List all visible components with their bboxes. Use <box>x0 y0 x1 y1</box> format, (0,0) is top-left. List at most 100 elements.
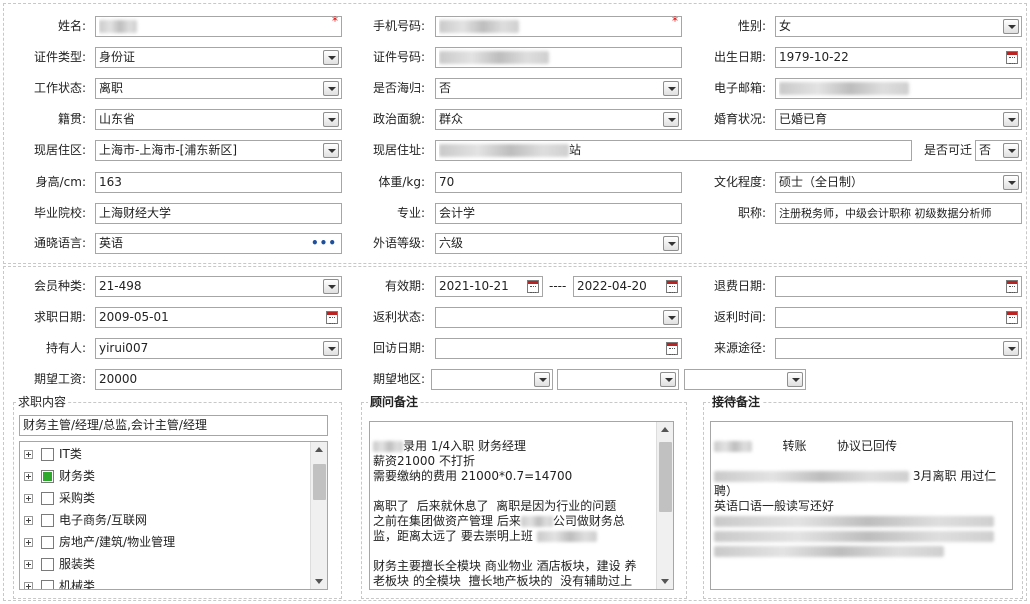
dropdown-arrow-icon[interactable] <box>663 236 679 251</box>
calendar-icon[interactable] <box>666 280 678 293</box>
advisor-scrollbar[interactable] <box>656 422 673 589</box>
calendar-icon[interactable] <box>666 342 678 355</box>
expand-icon[interactable] <box>24 582 33 589</box>
checkbox-ecommerce[interactable] <box>41 514 54 527</box>
dropdown-arrow-icon[interactable] <box>663 81 679 96</box>
checkbox-machinery[interactable] <box>41 580 54 589</box>
tree-scrollbar[interactable] <box>310 442 327 589</box>
tree-item[interactable]: IT类 <box>24 443 82 465</box>
idtype-select[interactable]: 身份证 <box>95 47 342 68</box>
calendar-icon[interactable] <box>527 280 539 293</box>
tree-item[interactable]: 电子商务/互联网 <box>24 509 147 531</box>
region-province-select[interactable] <box>431 369 553 390</box>
valid-to-field[interactable]: 2022-04-20 <box>573 276 682 297</box>
language-field[interactable]: 英语 ••• <box>95 233 342 254</box>
scroll-down-icon[interactable] <box>661 579 669 584</box>
checkbox-it[interactable] <box>41 448 54 461</box>
member-type-select[interactable]: 21-498 <box>95 276 342 297</box>
mobile-field[interactable]: * <box>435 14 682 37</box>
seek-date-field[interactable]: 2009-05-01 <box>95 307 342 328</box>
expand-icon[interactable] <box>24 472 33 481</box>
checkbox-purchasing[interactable] <box>41 492 54 505</box>
expand-icon[interactable] <box>24 516 33 525</box>
work-status-select[interactable]: 离职 <box>95 78 342 99</box>
school-field[interactable]: 上海财经大学 <box>95 203 342 224</box>
reception-notes-textarea[interactable]: 转账 协议已回传 3月离职 用过仁 聘） 英语口语一般读写还好 <box>710 421 1013 590</box>
returnee-select[interactable]: 否 <box>435 78 682 99</box>
gender-select[interactable]: 女 <box>775 16 1022 37</box>
relocate-select[interactable]: 否 <box>975 140 1022 161</box>
advisor-notes-textarea[interactable]: 录用 1/4入职 财务经理 薪资21000 不打折 需要缴纳的费用 21000*0.… <box>369 421 674 590</box>
dropdown-arrow-icon[interactable] <box>323 50 339 65</box>
weight-field[interactable]: 70 <box>435 172 682 193</box>
dropdown-arrow-icon[interactable] <box>787 372 803 387</box>
dropdown-arrow-icon[interactable] <box>323 143 339 158</box>
address-field[interactable]: 站 <box>435 140 912 161</box>
valid-from-field[interactable]: 2021-10-21 <box>435 276 543 297</box>
more-options-icon[interactable]: ••• <box>311 237 337 249</box>
job-summary-field[interactable]: 财务主管/经理/总监,会计主管/经理 <box>19 415 328 436</box>
dropdown-arrow-icon[interactable] <box>1003 112 1019 127</box>
dropdown-arrow-icon[interactable] <box>1003 341 1019 356</box>
tree-item[interactable]: 财务类 <box>24 465 95 487</box>
mobile-label: 手机号码: <box>372 19 425 33</box>
reception-line: 3月离职 用过仁 <box>912 469 997 483</box>
dropdown-arrow-icon[interactable] <box>1003 143 1019 158</box>
job-category-tree[interactable]: IT类 财务类 采购类 电子商务/互联网 房地产/建筑/物业管理 服装类 机械类 <box>19 441 328 590</box>
scroll-thumb[interactable] <box>659 442 672 512</box>
rebate-status-label: 返利状态: <box>372 310 425 324</box>
scroll-up-icon[interactable] <box>661 427 669 432</box>
tree-item[interactable]: 采购类 <box>24 487 95 509</box>
calendar-icon[interactable] <box>1006 51 1018 64</box>
area-select[interactable]: 上海市-上海市-[浦东新区] <box>95 140 342 161</box>
checkbox-realestate[interactable] <box>41 536 54 549</box>
dropdown-arrow-icon[interactable] <box>660 372 676 387</box>
checkbox-apparel[interactable] <box>41 558 54 571</box>
tree-item[interactable]: 服装类 <box>24 553 95 575</box>
rebate-time-field[interactable] <box>775 307 1022 328</box>
region-district-select[interactable] <box>684 369 806 390</box>
tree-item[interactable]: 机械类 <box>24 575 95 589</box>
email-field[interactable] <box>775 78 1022 99</box>
height-field[interactable]: 163 <box>95 172 342 193</box>
salary-field[interactable]: 20000 <box>95 369 342 390</box>
dropdown-arrow-icon[interactable] <box>323 112 339 127</box>
source-select[interactable] <box>775 338 1022 359</box>
expand-icon[interactable] <box>24 450 33 459</box>
language-level-select[interactable]: 六级 <box>435 233 682 254</box>
scroll-down-icon[interactable] <box>315 579 323 584</box>
scroll-thumb[interactable] <box>313 464 326 500</box>
checkbox-finance[interactable] <box>41 470 54 483</box>
dropdown-arrow-icon[interactable] <box>663 310 679 325</box>
refund-date-field[interactable] <box>775 276 1022 297</box>
holder-select[interactable]: yirui007 <box>95 338 342 359</box>
expand-icon[interactable] <box>24 494 33 503</box>
birth-date-field[interactable]: 1979-10-22 <box>775 47 1022 68</box>
political-select[interactable]: 群众 <box>435 109 682 130</box>
rebate-status-select[interactable] <box>435 307 682 328</box>
dropdown-arrow-icon[interactable] <box>1003 175 1019 190</box>
major-field[interactable]: 会计学 <box>435 203 682 224</box>
calendar-icon[interactable] <box>326 311 338 324</box>
expand-icon[interactable] <box>24 560 33 569</box>
dropdown-arrow-icon[interactable] <box>1003 19 1019 34</box>
dropdown-arrow-icon[interactable] <box>534 372 550 387</box>
visit-date-field[interactable] <box>435 338 682 359</box>
name-field[interactable]: * <box>95 14 342 37</box>
region-city-select[interactable] <box>557 369 679 390</box>
expand-icon[interactable] <box>24 538 33 547</box>
dropdown-arrow-icon[interactable] <box>323 279 339 294</box>
dropdown-arrow-icon[interactable] <box>323 81 339 96</box>
calendar-icon[interactable] <box>1006 280 1018 293</box>
native-select[interactable]: 山东省 <box>95 109 342 130</box>
tree-item[interactable]: 房地产/建筑/物业管理 <box>24 531 175 553</box>
education-select[interactable]: 硕士（全日制） <box>775 172 1022 193</box>
idno-field[interactable] <box>435 47 682 68</box>
calendar-icon[interactable] <box>1006 311 1018 324</box>
professional-title-field[interactable]: 注册税务师，中级会计职称 初级数据分析师 <box>775 203 1022 224</box>
marital-select[interactable]: 已婚已育 <box>775 109 1022 130</box>
scroll-up-icon[interactable] <box>315 447 323 452</box>
dropdown-arrow-icon[interactable] <box>663 112 679 127</box>
dropdown-arrow-icon[interactable] <box>323 341 339 356</box>
political-label: 政治面貌: <box>372 112 425 126</box>
